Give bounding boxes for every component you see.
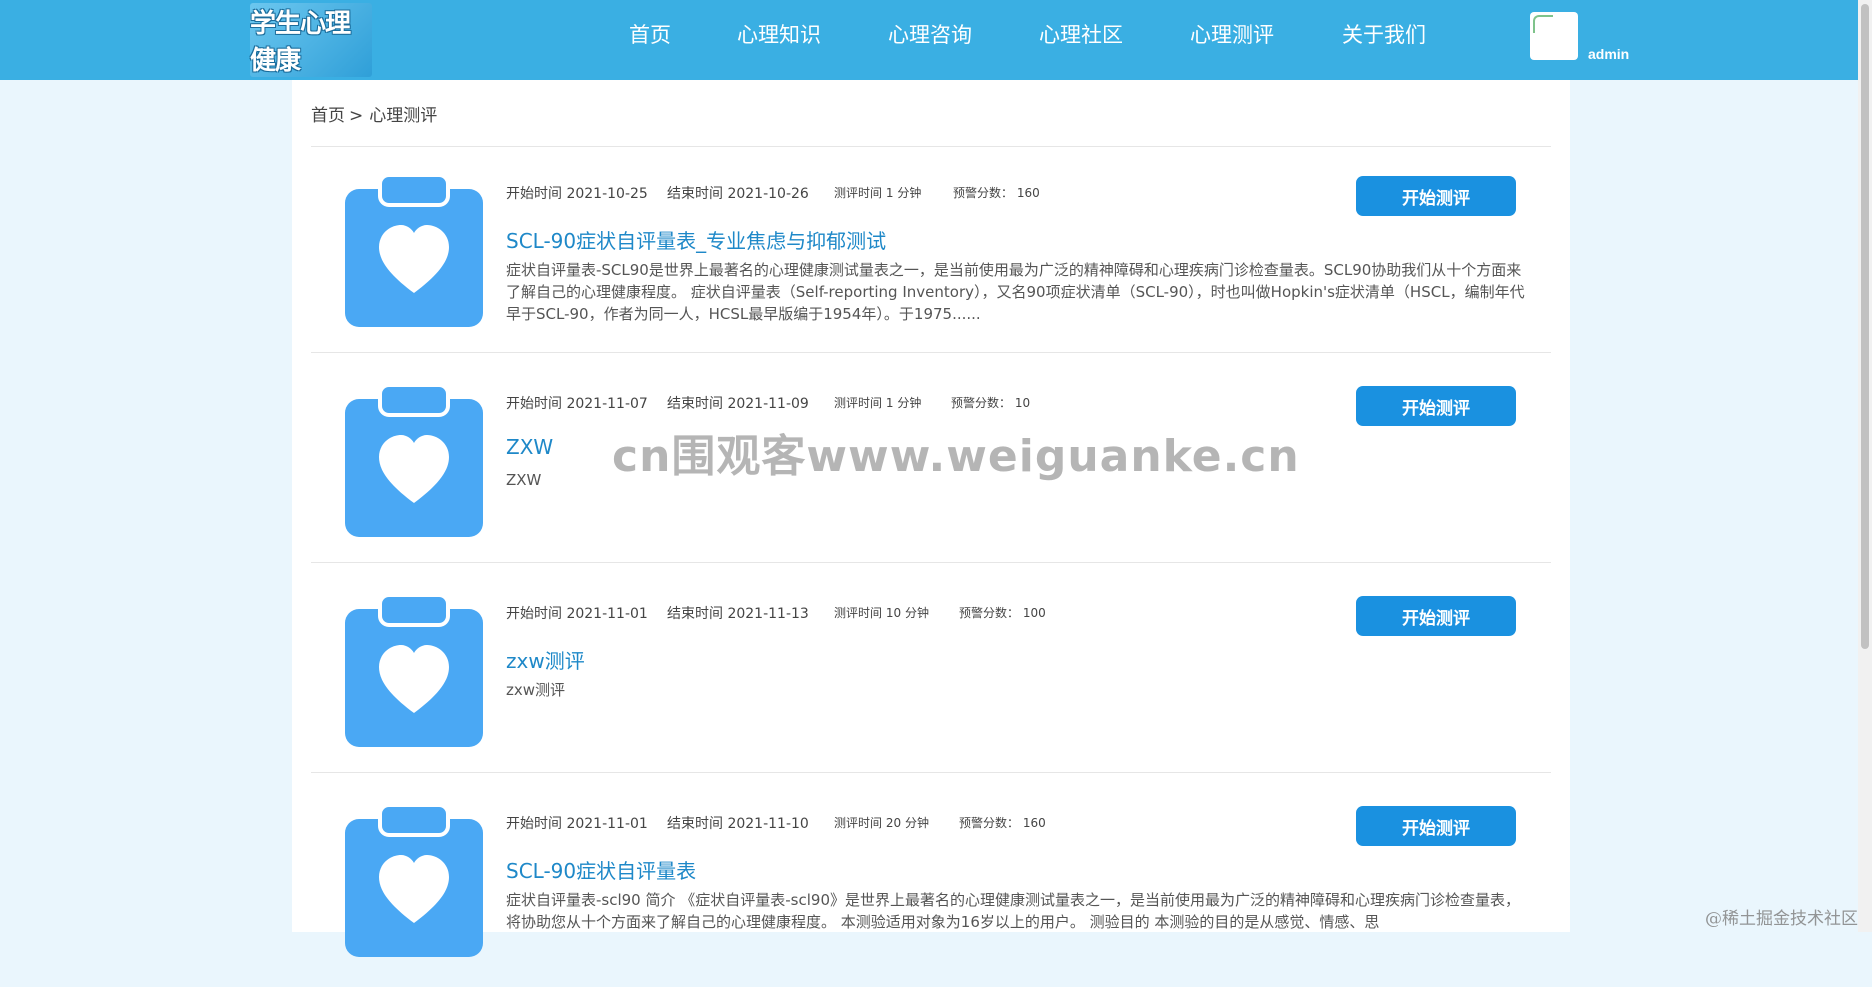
page-scrollbar[interactable]	[1858, 0, 1872, 932]
start-time-label: 开始时间	[506, 186, 562, 202]
end-time-label: 结束时间	[667, 606, 723, 622]
duration-value: 1	[885, 396, 894, 410]
nav-item-knowledge[interactable]: 心理知识	[737, 22, 821, 48]
start-time-label: 开始时间	[506, 816, 562, 832]
assessment-description: 症状自评量表-scl90 简介 《症状自评量表-scl90》是世界上最著名的心理…	[506, 891, 1521, 931]
nav-item-assessment[interactable]: 心理测评	[1190, 22, 1274, 48]
assessment-title[interactable]: SCL-90症状自评量表	[506, 855, 696, 884]
divider	[311, 352, 1551, 353]
start-assessment-button[interactable]: 开始测评	[1356, 176, 1516, 216]
minutes-label: 分钟	[904, 816, 929, 830]
main-nav: 首页 心理知识 心理咨询 心理社区 心理测评 关于我们	[0, 0, 1872, 80]
minutes-label: 分钟	[897, 396, 922, 410]
warning-score-value: 160	[1016, 186, 1040, 200]
end-time-label: 结束时间	[667, 816, 723, 832]
start-time-value: 2021-10-25	[566, 186, 648, 202]
clipboard-heart-icon	[345, 385, 483, 537]
duration-label: 测评时间	[834, 396, 883, 410]
divider	[311, 772, 1551, 773]
start-assessment-button[interactable]: 开始测评	[1356, 386, 1516, 426]
nav-item-community[interactable]: 心理社区	[1039, 22, 1123, 48]
warning-score-value: 160	[1022, 816, 1046, 830]
warning-score-label: 预警分数：	[959, 606, 1020, 620]
breadcrumb: 首页 > 心理测评	[311, 101, 437, 126]
warning-score-label: 预警分数：	[959, 816, 1020, 830]
divider	[311, 562, 1551, 563]
start-time-value: 2021-11-01	[566, 606, 648, 622]
end-time-value: 2021-11-10	[727, 816, 809, 832]
end-time-value: 2021-10-26	[727, 186, 809, 202]
end-time-label: 结束时间	[667, 186, 723, 202]
duration-value: 10	[885, 606, 902, 620]
assessment-title[interactable]: ZXW	[506, 435, 553, 459]
breadcrumb-separator: >	[349, 106, 364, 126]
assessment-description: zxw测评	[506, 681, 566, 699]
warning-score-value: 100	[1022, 606, 1046, 620]
start-time-label: 开始时间	[506, 396, 562, 412]
start-assessment-button[interactable]: 开始测评	[1356, 596, 1516, 636]
end-time-value: 2021-11-13	[727, 606, 809, 622]
nav-item-about[interactable]: 关于我们	[1342, 22, 1426, 48]
corner-watermark: @稀土掘金技术社区	[1705, 909, 1858, 929]
list-item: 开始时间 2021-11-01 结束时间 2021-11-13 测评时间 10 …	[311, 567, 1551, 777]
clipboard-heart-icon	[345, 805, 483, 957]
avatar[interactable]	[1530, 12, 1578, 60]
nav-item-home[interactable]: 首页	[629, 22, 671, 48]
duration-label: 测评时间	[834, 186, 883, 200]
warning-score-value: 10	[1014, 396, 1031, 410]
username[interactable]: admin	[1588, 46, 1629, 62]
clipboard-heart-icon	[345, 595, 483, 747]
list-item: 开始时间 2021-11-01 结束时间 2021-11-10 测评时间 20 …	[311, 777, 1551, 987]
assessment-title[interactable]: zxw测评	[506, 645, 585, 674]
start-time-value: 2021-11-01	[566, 816, 648, 832]
duration-value: 20	[885, 816, 902, 830]
breadcrumb-home[interactable]: 首页	[311, 106, 345, 126]
nav-item-consult[interactable]: 心理咨询	[888, 22, 972, 48]
minutes-label: 分钟	[897, 186, 922, 200]
start-time-label: 开始时间	[506, 606, 562, 622]
start-assessment-button[interactable]: 开始测评	[1356, 806, 1516, 846]
breadcrumb-current: 心理测评	[369, 106, 438, 126]
broken-image-icon	[1533, 15, 1553, 33]
warning-score-label: 预警分数：	[953, 186, 1014, 200]
scrollbar-thumb[interactable]	[1861, 4, 1869, 649]
duration-label: 测评时间	[834, 606, 883, 620]
watermark-overlay: cn围观客www.weiguanke.cn	[612, 431, 1300, 482]
duration-label: 测评时间	[834, 816, 883, 830]
warning-score-label: 预警分数：	[951, 396, 1012, 410]
end-time-value: 2021-11-09	[727, 396, 809, 412]
top-navbar: 学生心理健康 首页 心理知识 心理咨询 心理社区 心理测评 关于我们 admin	[0, 0, 1872, 80]
duration-value: 1	[885, 186, 894, 200]
minutes-label: 分钟	[904, 606, 929, 620]
assessment-title[interactable]: SCL-90症状自评量表_专业焦虑与抑郁测试	[506, 225, 886, 254]
start-time-value: 2021-11-07	[566, 396, 648, 412]
clipboard-heart-icon	[345, 175, 483, 327]
end-time-label: 结束时间	[667, 396, 723, 412]
assessment-description: 症状自评量表-SCL90是世界上最著名的心理健康测试量表之一，是当前使用最为广泛…	[506, 261, 1525, 323]
list-item: 开始时间 2021-10-25 结束时间 2021-10-26 测评时间 1 分…	[311, 147, 1551, 357]
